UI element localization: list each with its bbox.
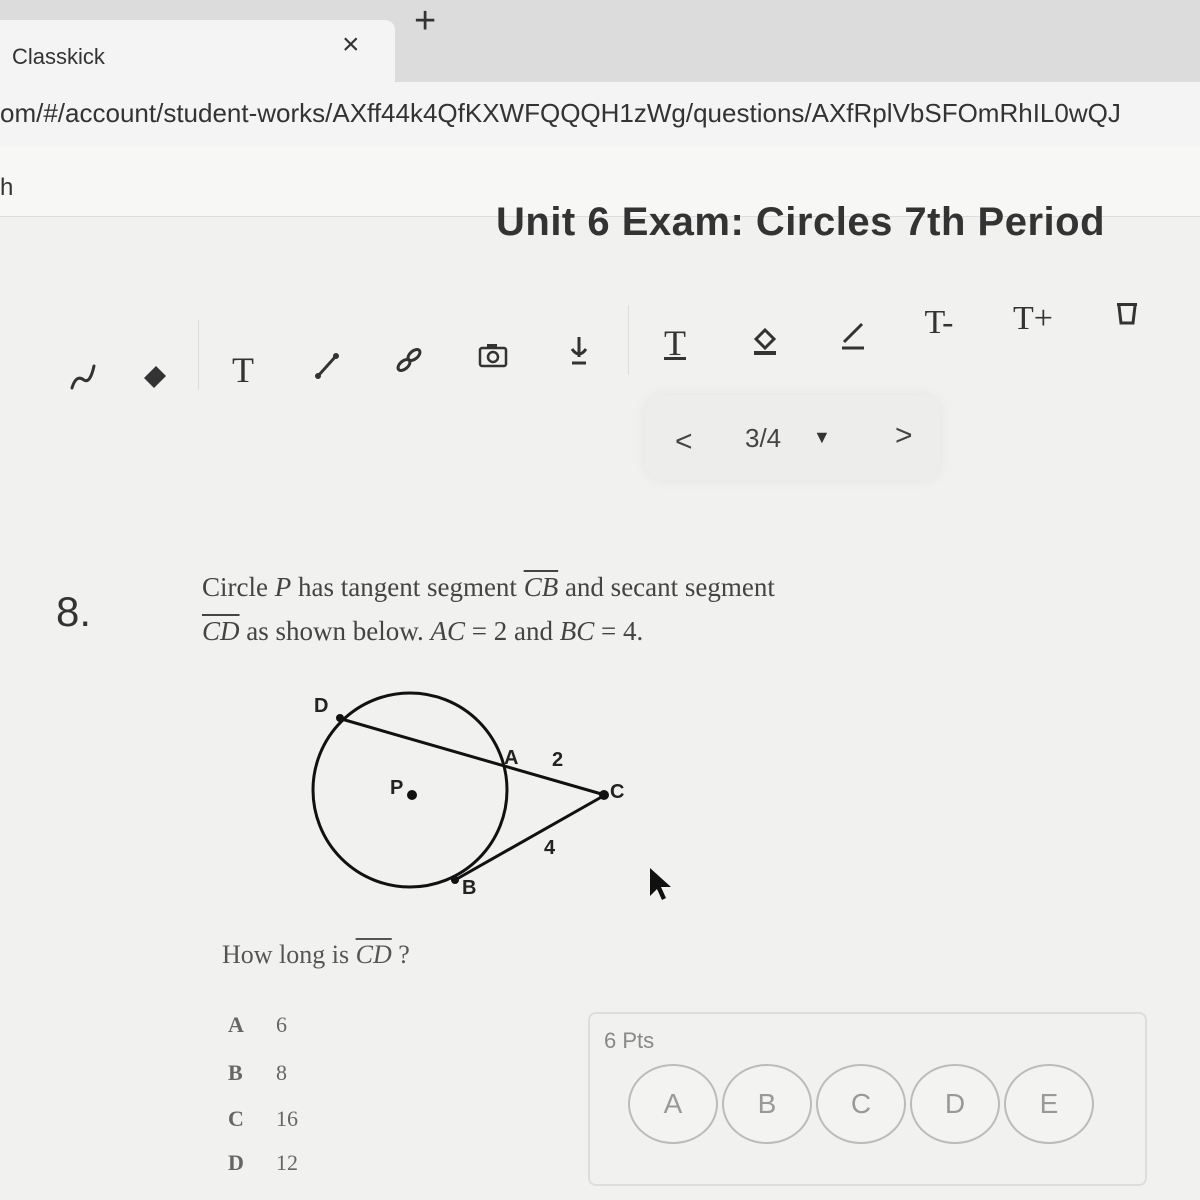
question-pager: < 3/4 ▼ >: [645, 395, 940, 480]
choice-value: 6: [276, 1012, 287, 1037]
cursor-icon: [650, 868, 671, 900]
camera-icon[interactable]: [468, 330, 518, 380]
question-text-part: has tangent segment: [291, 572, 524, 602]
text-icon[interactable]: T: [218, 345, 268, 395]
prompt-text: How long is: [222, 940, 356, 969]
choice-value: 12: [276, 1150, 298, 1175]
text-style-icon[interactable]: T: [650, 318, 700, 368]
points-label: 6 Pts: [604, 1028, 655, 1053]
label-ac-length: 2: [552, 749, 563, 771]
circle-p: [311, 691, 509, 889]
point-c: [599, 790, 609, 800]
answer-bubble-b[interactable]: B: [722, 1064, 812, 1144]
answer-panel: 6 Pts A B C D E: [588, 1012, 1147, 1186]
page-indicator[interactable]: 3/4: [745, 423, 781, 454]
audio-icon[interactable]: [554, 325, 604, 375]
fill-icon[interactable]: [740, 315, 790, 365]
question-text-part: = 2 and: [465, 616, 560, 646]
chevron-down-icon[interactable]: ▼: [813, 427, 831, 448]
next-page-button[interactable]: >: [895, 419, 913, 453]
segment-cd: CD: [202, 616, 240, 646]
choice-b: B8: [228, 1060, 287, 1086]
choice-letter: C: [228, 1106, 244, 1131]
choice-d: D 12: [228, 1150, 298, 1176]
question-text-part: Circle: [202, 572, 275, 602]
segment-cb: CB: [523, 572, 559, 602]
eraser-icon[interactable]: [130, 350, 180, 400]
label-b: B: [462, 877, 476, 899]
choice-value: 8: [276, 1060, 287, 1085]
answer-bubble-d[interactable]: D: [910, 1064, 1000, 1144]
answer-bubble-c[interactable]: C: [816, 1064, 906, 1144]
point-b: [451, 876, 459, 884]
choice-c: C 16: [228, 1106, 298, 1132]
label-a: A: [504, 747, 518, 769]
choice-value: 16: [276, 1106, 298, 1131]
link-icon[interactable]: [384, 335, 434, 385]
choice-letter: D: [228, 1150, 244, 1175]
previous-page-button[interactable]: <: [675, 425, 693, 459]
line-style-icon[interactable]: [828, 310, 878, 360]
bookmark-item[interactable]: h: [0, 174, 13, 202]
address-bar[interactable]: om/#/account/student-works/AXff44k4QfKXW…: [0, 82, 1200, 147]
prompt-text: ?: [391, 940, 410, 969]
toolbar-divider: [628, 305, 629, 375]
secant-line: [337, 716, 606, 797]
line-icon[interactable]: [302, 340, 352, 390]
answer-bubble-a[interactable]: A: [628, 1064, 718, 1144]
close-icon[interactable]: ×: [342, 28, 360, 62]
tangent-line: [454, 793, 606, 882]
browser-tabstrip: Classkick × +: [0, 0, 1200, 82]
pen-icon[interactable]: [58, 352, 108, 402]
question-number: 8.: [56, 588, 92, 635]
point-p: [407, 790, 417, 800]
toolbar-divider: [198, 320, 199, 390]
browser-tab[interactable]: Classkick ×: [0, 20, 395, 82]
question-text-part: and secant segment: [558, 572, 775, 602]
circle-name: P: [274, 572, 292, 602]
label-bc-length: 4: [544, 837, 556, 859]
segment-ac: AC: [430, 616, 466, 646]
choice-letter: B: [228, 1060, 243, 1085]
choice-letter: A: [228, 1012, 244, 1037]
choice-a: A6: [228, 1012, 287, 1038]
point-d: [336, 714, 344, 722]
page-title: Unit 6 Exam: Circles 7th Period: [496, 200, 1106, 244]
url-text[interactable]: om/#/account/student-works/AXff44k4QfKXW…: [0, 98, 1121, 129]
trash-icon[interactable]: [1102, 288, 1152, 338]
answer-bubble-e[interactable]: E: [1004, 1064, 1094, 1144]
question-text-part: as shown below.: [239, 616, 431, 646]
new-tab-icon[interactable]: +: [414, 0, 436, 43]
tab-title: Classkick: [12, 44, 105, 69]
font-smaller-icon[interactable]: T-: [914, 298, 964, 348]
segment-bc: BC: [559, 616, 595, 646]
prompt-segment: CD: [355, 940, 392, 969]
font-larger-icon[interactable]: T+: [1008, 294, 1058, 344]
label-d: D: [314, 695, 328, 717]
label-c: C: [610, 781, 624, 803]
question-text-part: = 4.: [594, 616, 644, 646]
question-prompt: How long is CD ?: [222, 940, 410, 970]
label-p: P: [390, 777, 403, 799]
question-text: Circle P has tangent segment CB and seca…: [202, 565, 822, 653]
circle-diagram: D A P C B 2 4: [311, 691, 624, 899]
